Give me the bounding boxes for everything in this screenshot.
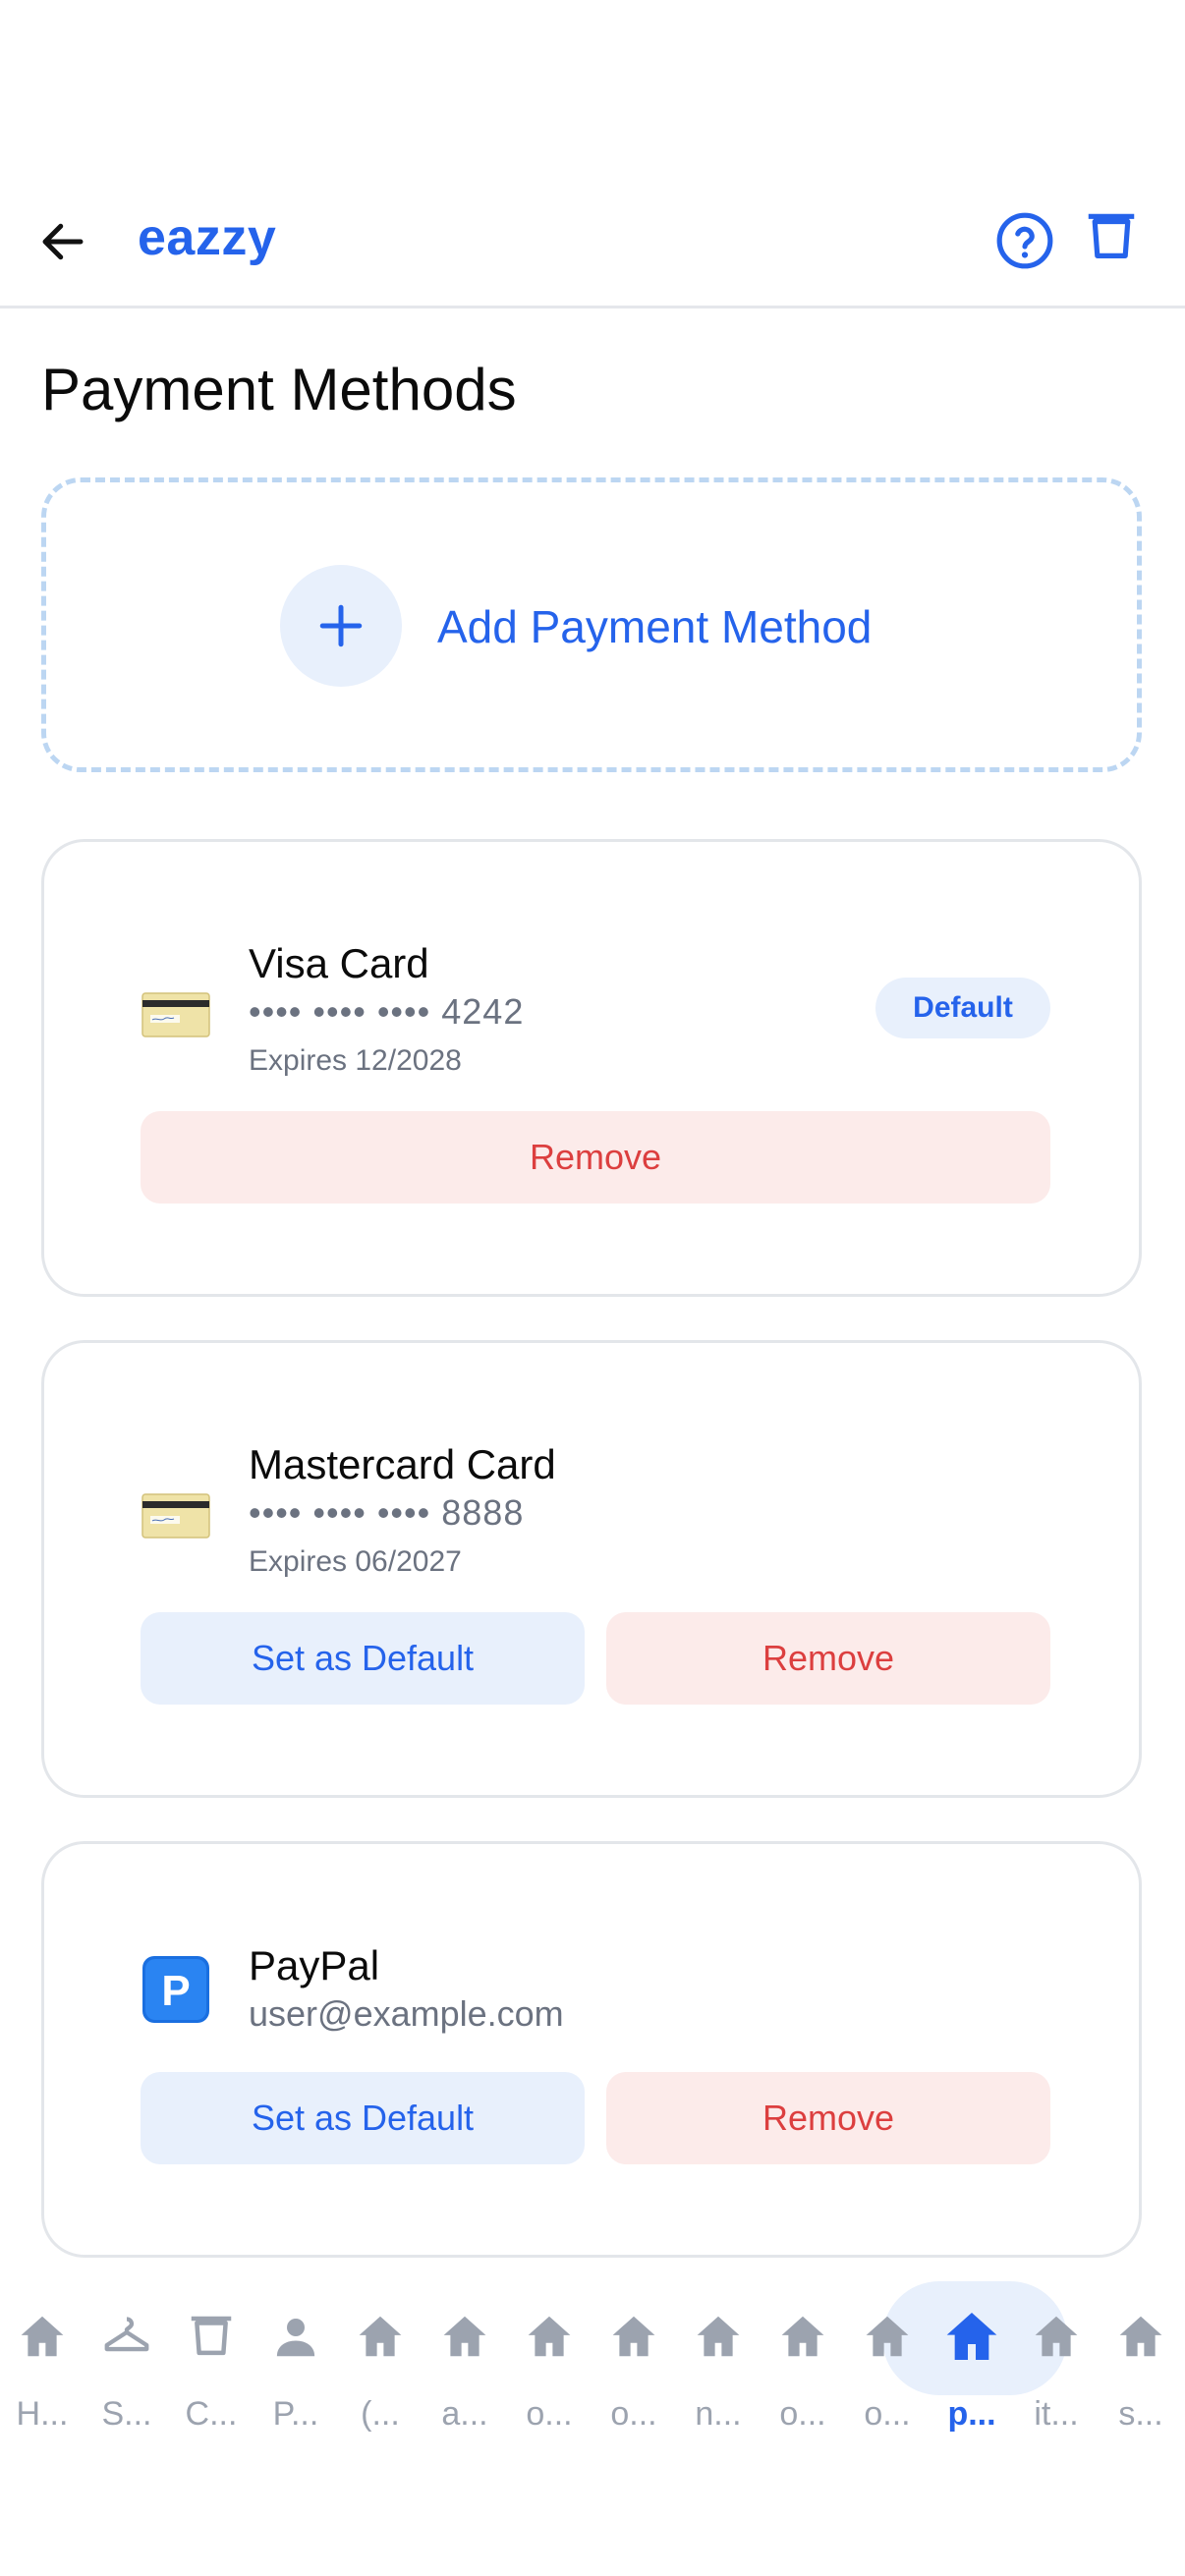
cart-button[interactable] [1081, 206, 1142, 267]
app-title: eazzy [138, 209, 277, 266]
tab-label: (... [361, 2395, 400, 2433]
set-as-default-button[interactable]: Set as Default [141, 1612, 585, 1705]
add-payment-method-label: Add Payment Method [437, 601, 873, 652]
credit-card-icon [141, 980, 211, 1050]
tab-label: S... [101, 2395, 152, 2433]
add-payment-method-button[interactable]: Add Payment Method [41, 477, 1142, 772]
tab-label: it... [1034, 2395, 1079, 2433]
remove-button[interactable]: Remove [606, 1612, 1050, 1705]
tab-item[interactable]: o... [592, 2260, 676, 2433]
cart-icon [169, 2307, 254, 2366]
tab-label: s... [1118, 2395, 1163, 2433]
tab-label: o... [610, 2395, 657, 2433]
remove-button[interactable]: Remove [606, 2072, 1050, 2164]
tab-label: o... [526, 2395, 573, 2433]
tab-item[interactable]: H... [0, 2260, 85, 2433]
home-icon [845, 2307, 930, 2366]
payment-method-card-mastercard: Mastercard Card •••• •••• •••• 8888 Expi… [41, 1340, 1142, 1798]
tab-item[interactable]: n... [676, 2260, 761, 2433]
home-icon [507, 2307, 592, 2366]
help-circle-icon [996, 212, 1053, 269]
hanger-icon [85, 2307, 169, 2366]
plus-icon-circle [280, 565, 402, 687]
back-button[interactable] [33, 212, 92, 271]
tab-item[interactable]: o... [507, 2260, 592, 2433]
tab-label: p... [947, 2395, 996, 2433]
paypal-p-icon: P [141, 1954, 211, 2025]
paypal-email: user@example.com [249, 1993, 564, 2034]
tab-item[interactable]: o... [845, 2260, 930, 2433]
tab-label: o... [779, 2395, 826, 2433]
tab-label: P... [272, 2395, 319, 2433]
credit-card-icon [141, 1481, 211, 1551]
card-expiry: Expires 06/2027 [249, 1545, 462, 1578]
tab-label: C... [185, 2395, 238, 2433]
home-icon [930, 2307, 1014, 2366]
remove-button[interactable]: Remove [141, 1111, 1050, 1204]
home-icon [0, 2307, 85, 2366]
tab-item[interactable]: C... [169, 2260, 254, 2433]
card-expiry: Expires 12/2028 [249, 1044, 462, 1077]
home-icon [676, 2307, 761, 2366]
home-icon [423, 2307, 507, 2366]
tab-label: H... [16, 2395, 69, 2433]
home-icon [1099, 2307, 1183, 2366]
bottom-tab-bar: H... S... C... P... (... a... o... o... n... o...… [0, 2260, 1185, 2456]
set-as-default-button[interactable]: Set as Default [141, 2072, 585, 2164]
tab-item[interactable]: s... [1099, 2260, 1183, 2433]
home-icon [592, 2307, 676, 2366]
home-icon [1014, 2307, 1099, 2366]
payment-method-name: PayPal [249, 1942, 380, 1988]
card-number-masked: •••• •••• •••• 8888 [249, 1492, 525, 1533]
payment-method-card-paypal: P PayPal user@example.com Set as Default… [41, 1841, 1142, 2258]
arrow-left-icon [42, 223, 84, 260]
tab-item[interactable]: P... [254, 2260, 338, 2433]
tab-item[interactable]: S... [85, 2260, 169, 2433]
card-number-masked: •••• •••• •••• 4242 [249, 991, 525, 1032]
tab-item[interactable]: o... [761, 2260, 845, 2433]
cart-icon [1088, 213, 1135, 258]
tab-label: n... [695, 2395, 742, 2433]
help-button[interactable] [994, 210, 1055, 271]
svg-text:P: P [161, 1967, 190, 2015]
tab-item[interactable]: a... [423, 2260, 507, 2433]
page-title: Payment Methods [41, 357, 517, 422]
tab-item[interactable]: it... [1014, 2260, 1099, 2433]
tab-item[interactable]: (... [338, 2260, 423, 2433]
home-icon [761, 2307, 845, 2366]
tab-label: o... [864, 2395, 911, 2433]
person-icon [254, 2307, 338, 2366]
payment-method-name: Visa Card [249, 940, 429, 986]
tab-item[interactable]: p... [930, 2260, 1014, 2433]
home-icon [338, 2307, 423, 2366]
plus-icon [319, 604, 363, 647]
payment-method-card-visa: Visa Card •••• •••• •••• 4242 Expires 12… [41, 839, 1142, 1297]
payment-method-name: Mastercard Card [249, 1441, 556, 1487]
default-badge: Default [875, 978, 1050, 1038]
top-app-bar: eazzy [0, 177, 1185, 308]
tab-label: a... [441, 2395, 488, 2433]
